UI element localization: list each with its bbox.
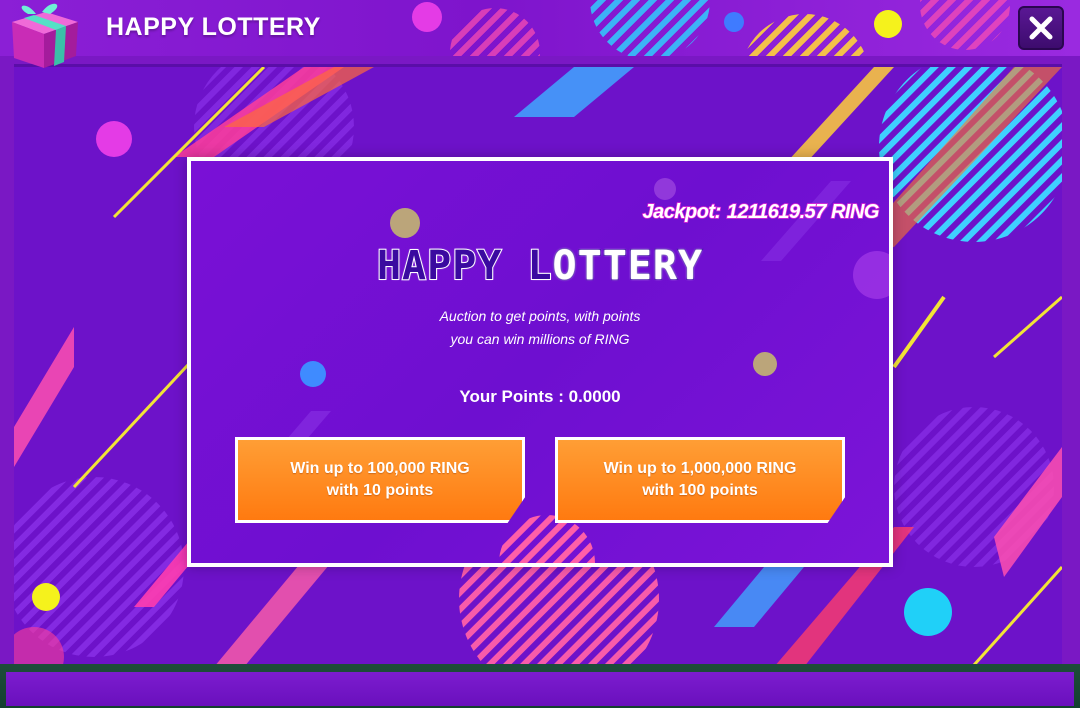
lottery-title: HAPPY LOTTERY [191, 242, 889, 290]
your-points: Your Points : 0.0000 [459, 387, 621, 406]
subtitle-line-1: Auction to get points, with points [439, 308, 641, 324]
lottery-window: HAPPY LOTTERY Jackpot: 1211619.57 RING H… [0, 0, 1080, 708]
gift-box-icon [6, 0, 82, 70]
lottery-title-part1: HAPPY L [376, 242, 553, 290]
lottery-title-part2: OTTERY [552, 242, 704, 290]
jackpot-value: 1211619.57 RING [726, 200, 880, 224]
win-100k-line1: Win up to 100,000 RING [290, 460, 470, 477]
title-bar: HAPPY LOTTERY [0, 0, 1080, 56]
win-1m-line2: with 100 points [642, 482, 758, 499]
bottom-panel [6, 672, 1074, 706]
jackpot-display: Jackpot: 1211619.57 RING [642, 200, 881, 224]
window-title: HAPPY LOTTERY [106, 13, 321, 41]
lottery-subtitle: Auction to get points, with points you c… [191, 305, 889, 351]
win-100k-button[interactable]: Win up to 100,000 RING with 10 points [235, 437, 525, 523]
win-100k-line2: with 10 points [326, 482, 434, 499]
jackpot-label: Jackpot: [642, 200, 722, 224]
close-x-icon [1029, 16, 1053, 40]
close-button[interactable] [1018, 6, 1064, 50]
lottery-panel: Jackpot: 1211619.57 RING HAPPY LOTTERY Au… [187, 157, 893, 567]
win-1m-line1: Win up to 1,000,000 RING [603, 460, 797, 477]
subtitle-line-2: you can win millions of RING [450, 331, 630, 347]
win-1m-button[interactable]: Win up to 1,000,000 RING with 100 points [555, 437, 845, 523]
